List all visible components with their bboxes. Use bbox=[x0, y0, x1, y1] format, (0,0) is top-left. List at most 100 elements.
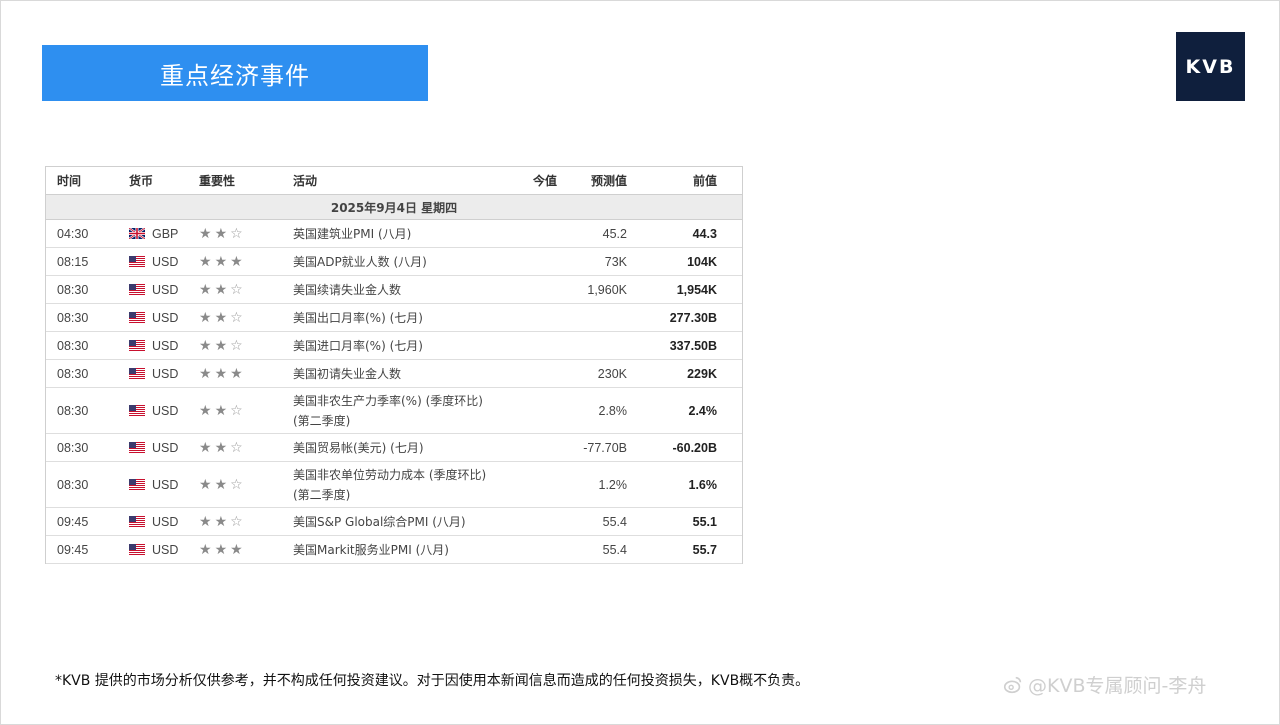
col-time-header: 时间 bbox=[46, 167, 129, 195]
cell-event: 美国出口月率(%) (七月) bbox=[293, 303, 503, 332]
kvb-logo: KVB bbox=[1176, 32, 1245, 101]
star-filled-icon: ★ bbox=[199, 513, 215, 529]
cell-previous: 277.30B bbox=[627, 303, 717, 332]
star-filled-icon: ★ bbox=[199, 253, 215, 269]
star-filled-icon: ★ bbox=[214, 365, 231, 381]
event-name: 美国ADP就业人数 (八月) bbox=[293, 254, 427, 269]
cell-forecast: 1.2% bbox=[557, 461, 627, 508]
currency-code: USD bbox=[152, 542, 179, 557]
col-currency-header: 货币 bbox=[129, 167, 199, 195]
star-empty-icon: ☆ bbox=[230, 309, 246, 325]
currency-code: GBP bbox=[152, 226, 179, 241]
cell-previous: 44.3 bbox=[627, 219, 717, 248]
cell-currency: USD bbox=[129, 359, 199, 388]
cell-actual bbox=[503, 507, 557, 536]
currency-code: USD bbox=[152, 403, 179, 418]
cell-forecast: 230K bbox=[557, 359, 627, 388]
date-label: 2025年9月4日 星期四 bbox=[46, 194, 742, 220]
cell-actual bbox=[503, 359, 557, 388]
logo-text: KVB bbox=[1185, 55, 1236, 78]
watermark: @KVB专属顾问-李舟 bbox=[1002, 671, 1206, 698]
cell-time: 08:30 bbox=[46, 387, 129, 434]
star-filled-icon: ★ bbox=[214, 476, 231, 492]
cell-currency: USD bbox=[129, 247, 199, 276]
star-filled-icon: ★ bbox=[214, 225, 231, 241]
cell-event: 美国进口月率(%) (七月) bbox=[293, 331, 503, 360]
star-empty-icon: ☆ bbox=[230, 225, 246, 241]
cell-forecast bbox=[557, 331, 627, 360]
event-name: 英国建筑业PMI (八月) bbox=[293, 226, 412, 241]
cell-forecast: 55.4 bbox=[557, 535, 627, 564]
event-name: 美国非农生产力季率(%) (季度环比) (第二季度) bbox=[293, 393, 483, 428]
cell-currency: USD bbox=[129, 461, 199, 508]
cell-actual bbox=[503, 535, 557, 564]
cell-event: 美国续请失业金人数 bbox=[293, 275, 503, 304]
star-filled-icon: ★ bbox=[199, 225, 215, 241]
economic-calendar-table: 时间 货币 重要性 活动 今值 预测值 前值 2025年9月4日 星期四 04:… bbox=[45, 166, 743, 564]
star-filled-icon: ★ bbox=[199, 476, 215, 492]
star-filled-icon: ★ bbox=[199, 281, 215, 297]
event-name: 美国初请失业金人数 bbox=[293, 366, 402, 381]
col-actual-header: 今值 bbox=[503, 167, 557, 195]
cell-currency: USD bbox=[129, 387, 199, 434]
cell-event: 美国Markit服务业PMI (八月) bbox=[293, 535, 503, 564]
disclaimer-text: *KVB 提供的市场分析仅供参考，并不构成任何投资建议。对于因使用本新闻信息而造… bbox=[55, 673, 810, 689]
cell-time: 08:30 bbox=[46, 275, 129, 304]
cell-previous: 104K bbox=[627, 247, 717, 276]
cell-importance: ★★★ bbox=[199, 535, 293, 564]
star-filled-icon: ★ bbox=[199, 309, 215, 325]
star-filled-icon: ★ bbox=[230, 253, 246, 269]
star-filled-icon: ★ bbox=[214, 253, 231, 269]
cell-event: 美国S&P Global综合PMI (八月) bbox=[293, 507, 503, 536]
us-flag-icon bbox=[129, 442, 145, 453]
event-name: 美国出口月率(%) (七月) bbox=[293, 310, 423, 325]
cell-time: 08:15 bbox=[46, 247, 129, 276]
us-flag-icon bbox=[129, 256, 145, 267]
cell-event: 美国非农单位劳动力成本 (季度环比) (第二季度) bbox=[293, 461, 503, 508]
cell-actual bbox=[503, 219, 557, 248]
cell-importance: ★★☆ bbox=[199, 461, 293, 508]
table-header-row: 时间 货币 重要性 活动 今值 预测值 前值 bbox=[46, 167, 742, 195]
cell-previous: 1.6% bbox=[627, 461, 717, 508]
table-row: 08:30 USD ★★★ 美国初请失业金人数 230K 229K bbox=[46, 359, 742, 388]
table-row: 09:45 USD ★★☆ 美国S&P Global综合PMI (八月) 55.4 55.… bbox=[46, 507, 742, 536]
cell-importance: ★★☆ bbox=[199, 303, 293, 332]
cell-previous: 229K bbox=[627, 359, 717, 388]
star-filled-icon: ★ bbox=[214, 439, 231, 455]
cell-forecast: 73K bbox=[557, 247, 627, 276]
cell-currency: GBP bbox=[128, 219, 199, 248]
uk-flag-icon bbox=[128, 227, 146, 240]
us-flag-icon bbox=[129, 368, 145, 379]
currency-code: USD bbox=[152, 254, 179, 269]
star-filled-icon: ★ bbox=[199, 365, 215, 381]
event-name: 美国续请失业金人数 bbox=[293, 282, 402, 297]
event-name: 美国非农单位劳动力成本 (季度环比) (第二季度) bbox=[293, 467, 487, 502]
table-row: 08:30 USD ★★☆ 美国非农生产力季率(%) (季度环比) (第二季度) 2.8… bbox=[46, 387, 742, 434]
star-filled-icon: ★ bbox=[214, 513, 231, 529]
cell-currency: USD bbox=[129, 433, 199, 462]
table-row: 08:30 USD ★★☆ 美国续请失业金人数 1,960K 1,954K bbox=[46, 275, 742, 304]
table-row: 08:30 USD ★★☆ 美国出口月率(%) (七月) 277.30B bbox=[46, 303, 742, 332]
col-previous-header: 前值 bbox=[627, 167, 717, 195]
us-flag-icon bbox=[129, 544, 145, 555]
cell-time: 08:30 bbox=[46, 461, 129, 508]
us-flag-icon bbox=[129, 340, 145, 351]
cell-previous: -60.20B bbox=[627, 433, 717, 462]
cell-currency: USD bbox=[129, 535, 199, 564]
us-flag-icon bbox=[129, 479, 145, 490]
weibo-icon bbox=[1003, 676, 1022, 693]
star-filled-icon: ★ bbox=[199, 541, 215, 557]
event-name: 美国Markit服务业PMI (八月) bbox=[293, 542, 449, 557]
star-empty-icon: ☆ bbox=[230, 402, 246, 418]
cell-time: 09:45 bbox=[46, 507, 129, 536]
cell-time: 09:45 bbox=[46, 535, 129, 564]
star-empty-icon: ☆ bbox=[230, 476, 246, 492]
star-empty-icon: ☆ bbox=[230, 513, 246, 529]
cell-currency: USD bbox=[129, 303, 199, 332]
cell-importance: ★★☆ bbox=[199, 331, 293, 360]
star-filled-icon: ★ bbox=[214, 541, 231, 557]
page-title: 重点经济事件 bbox=[160, 61, 310, 90]
currency-code: USD bbox=[152, 338, 179, 353]
currency-code: USD bbox=[152, 440, 179, 455]
cell-time: 08:30 bbox=[46, 433, 129, 462]
